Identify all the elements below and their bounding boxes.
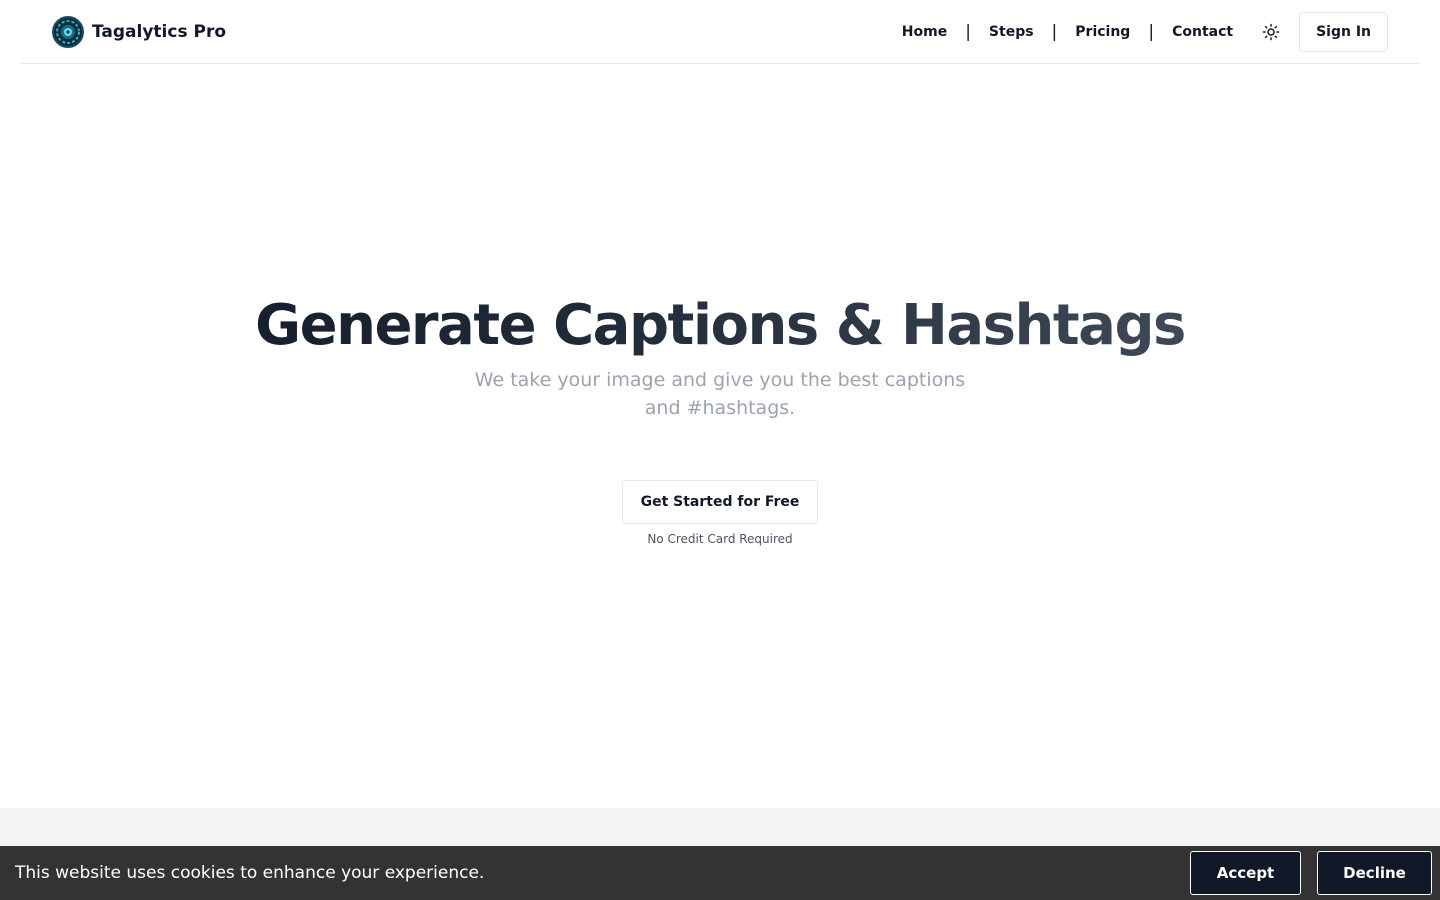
brand-name[interactable]: Tagalytics Pro [92, 22, 226, 42]
brand[interactable]: Tagalytics Pro [52, 15, 226, 48]
nav-separator: | [1051, 21, 1058, 42]
decline-cookies-button[interactable]: Decline [1317, 851, 1432, 895]
nav-steps[interactable]: Steps [987, 24, 1036, 40]
sun-icon[interactable] [1259, 20, 1283, 44]
cookie-actions: Accept Decline [1190, 851, 1432, 895]
sign-in-button[interactable]: Sign In [1299, 11, 1388, 52]
hero-title: Generate Captions & Hashtags [0, 290, 1440, 362]
footer-band [0, 808, 1440, 846]
hero-section: Generate Captions & Hashtags We take you… [0, 290, 1440, 546]
nav-home[interactable]: Home [900, 24, 949, 40]
site-header: Tagalytics Pro Home | Steps | Pricing | … [20, 0, 1420, 64]
main-nav: Home | Steps | Pricing | Contact Sign In [900, 11, 1388, 52]
cookie-banner: This website uses cookies to enhance you… [0, 846, 1440, 900]
nav-separator: | [965, 21, 971, 42]
brand-logo-icon[interactable] [52, 15, 84, 48]
nav-separator: | [1148, 21, 1155, 42]
nav-pricing[interactable]: Pricing [1073, 24, 1132, 40]
page: Tagalytics Pro Home | Steps | Pricing | … [0, 0, 1440, 900]
accept-cookies-button[interactable]: Accept [1190, 851, 1301, 895]
get-started-button[interactable]: Get Started for Free [622, 480, 818, 524]
cta-note: No Credit Card Required [647, 532, 793, 546]
nav-contact[interactable]: Contact [1170, 24, 1235, 40]
hero-subtitle: We take your image and give you the best… [474, 369, 966, 419]
cookie-message: This website uses cookies to enhance you… [15, 863, 485, 883]
